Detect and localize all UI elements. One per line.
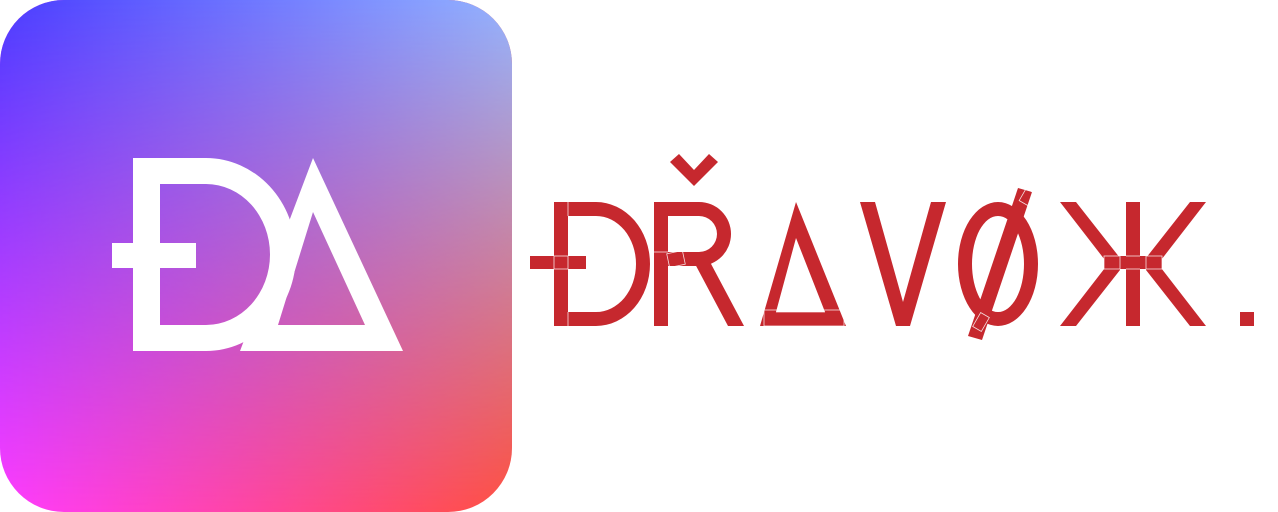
wordmark-graphic [530,154,1254,340]
wordmark-letter-zhe [1060,202,1206,326]
wordmark-letter-r-caron [654,154,744,326]
app-icon-graphic [0,0,512,512]
logo-lockup [0,0,1278,512]
gradient-top-layer [0,0,512,512]
da-monogram-icon [0,0,512,512]
wordmark-letter-o-slash [958,188,1038,340]
wordmark-period [1240,312,1254,326]
wordmark-letter-v [860,202,946,326]
dravox-wordmark-logo [524,150,1264,350]
wordmark-letter-d-stroke [530,202,650,326]
wordmark-letter-delta [760,202,846,326]
